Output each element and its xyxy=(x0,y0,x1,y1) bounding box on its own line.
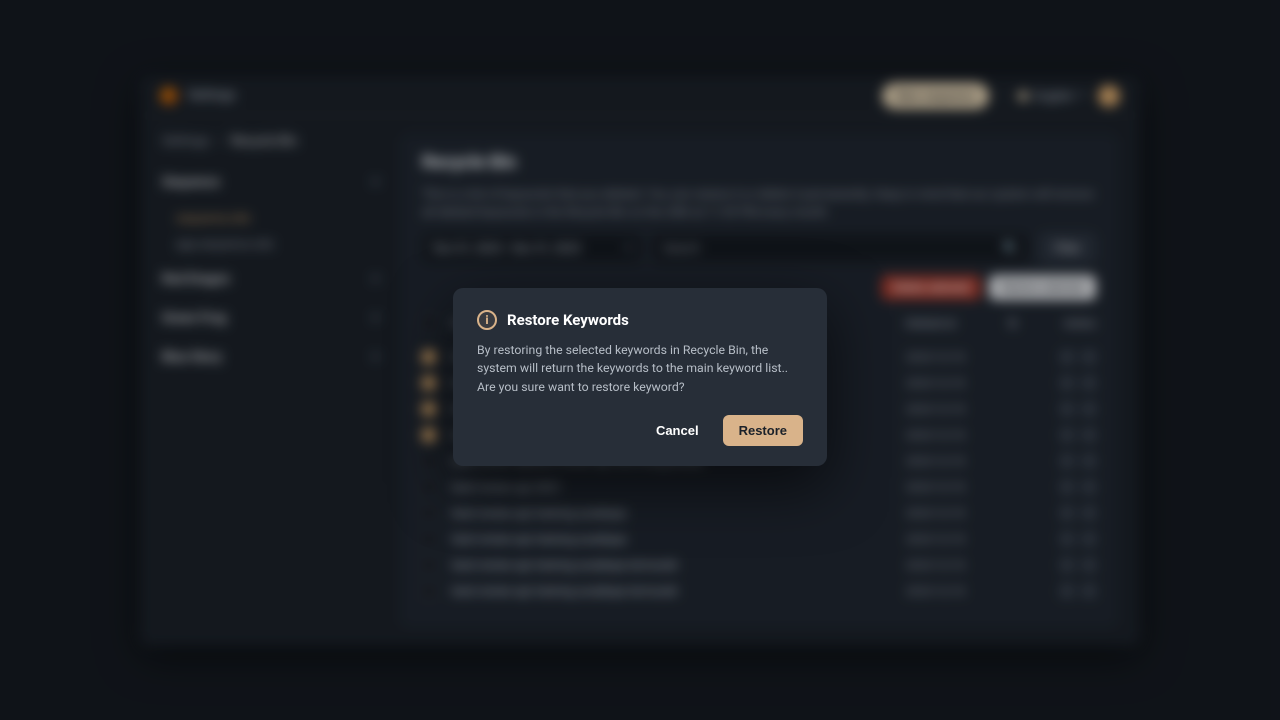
restore-button[interactable]: Restore xyxy=(723,415,803,446)
cancel-button[interactable]: Cancel xyxy=(642,415,713,446)
modal-body-text: By restoring the selected keywords in Re… xyxy=(477,342,803,397)
info-icon: i xyxy=(477,310,497,330)
restore-keywords-modal: i Restore Keywords By restoring the sele… xyxy=(453,288,827,466)
modal-title: Restore Keywords xyxy=(507,311,629,329)
